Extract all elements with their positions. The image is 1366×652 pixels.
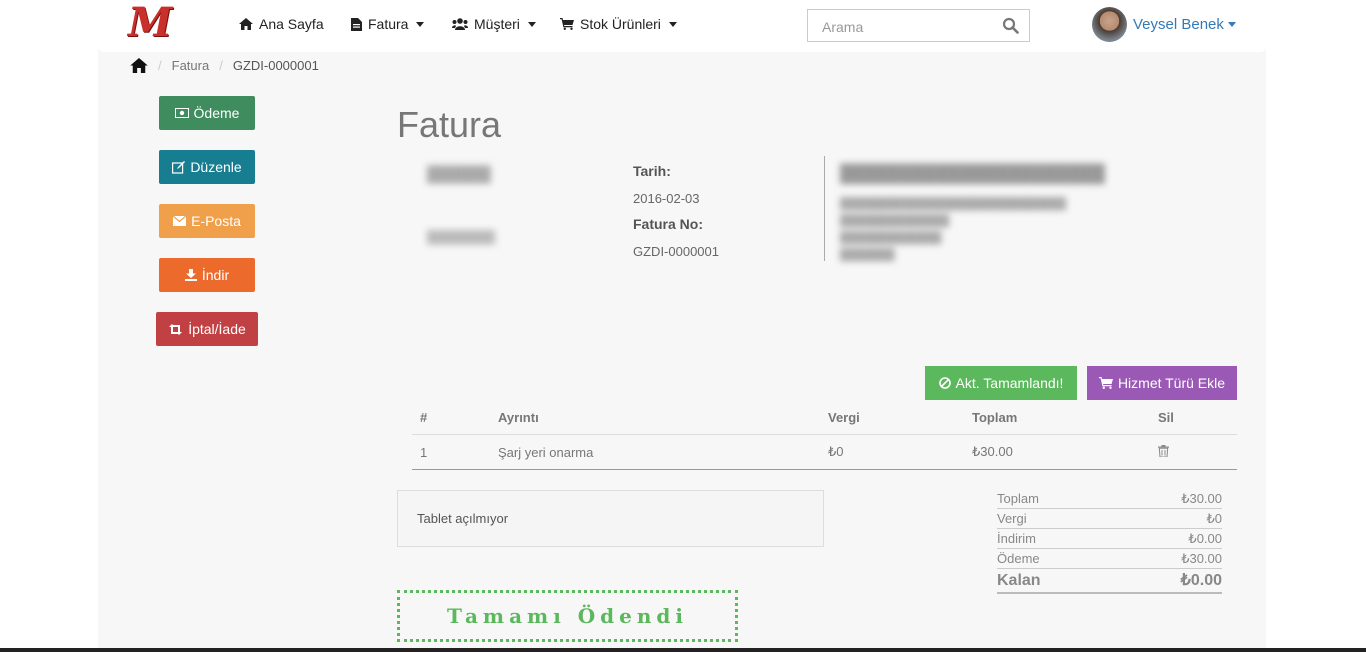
chevron-down-icon <box>416 21 425 27</box>
column-header: Vergi <box>828 400 972 435</box>
search-icon[interactable] <box>1002 17 1019 34</box>
row-tax: ₺0 <box>828 434 972 470</box>
nav-musteri-label: Müşteri <box>474 16 520 32</box>
breadcrumb-fatura[interactable]: Fatura <box>172 58 210 73</box>
totals-label: Ödeme <box>997 551 1040 566</box>
download-icon <box>184 269 197 281</box>
edit-icon <box>172 160 186 174</box>
envelope-icon <box>173 216 187 226</box>
user-name: Veysel Benek <box>1133 16 1224 33</box>
nav-home-label: Ana Sayfa <box>259 16 324 32</box>
invoice-number-label: Fatura No: <box>633 216 703 232</box>
divider <box>824 156 825 261</box>
nav-fatura-label: Fatura <box>368 16 409 32</box>
totals-row: İndirim ₺0.00 <box>997 530 1222 549</box>
home-icon <box>239 18 253 30</box>
iptal-iade-button[interactable]: İptal/İade <box>156 312 258 346</box>
eposta-label: E-Posta <box>191 213 241 229</box>
totals-value: ₺30.00 <box>1181 551 1222 566</box>
odeme-button[interactable]: Ödeme <box>159 96 255 130</box>
row-detail: Şarj yeri onarma <box>498 434 828 470</box>
invoice-number-value: GZDI-0000001 <box>633 244 719 259</box>
column-header: Toplam <box>972 400 1158 435</box>
chevron-down-icon <box>1227 22 1236 27</box>
totals-value: ₺0 <box>1206 511 1222 526</box>
column-header: # <box>412 400 498 435</box>
nav-fatura[interactable]: Fatura <box>351 16 425 32</box>
totals-row-remaining: Kalan ₺0.00 <box>997 570 1222 594</box>
file-icon <box>351 17 362 31</box>
nav-stok[interactable]: Stok Ürünleri <box>560 16 677 32</box>
add-service-label: Hizmet Türü Ekle <box>1117 375 1226 391</box>
totals-label: Kalan <box>997 572 1041 589</box>
date-label: Tarih: <box>633 163 671 179</box>
nav-home[interactable]: Ana Sayfa <box>239 16 324 32</box>
trash-icon[interactable] <box>1158 444 1169 457</box>
eposta-button[interactable]: E-Posta <box>159 204 255 238</box>
invoice-note: Tablet açılmıyor <box>397 490 824 547</box>
duzenle-label: Düzenle <box>190 159 242 175</box>
user-menu[interactable]: Veysel Benek <box>1133 16 1236 33</box>
breadcrumb: / Fatura / GZDI-0000001 <box>130 58 319 73</box>
totals-label: Vergi <box>997 511 1027 526</box>
search-box <box>807 9 1030 43</box>
indir-button[interactable]: İndir <box>159 258 255 292</box>
totals-row: Toplam ₺30.00 <box>997 490 1222 509</box>
blurred-customer-detail: ████████ <box>427 230 496 244</box>
breadcrumb-separator: / <box>219 58 223 73</box>
table-row: 1 Şarj yeri onarma ₺0 ₺30.00 <box>412 434 1237 470</box>
search-input[interactable] <box>820 10 994 43</box>
items-table: # Ayrıntı Vergi Toplam Sil 1 Şarj yeri o… <box>412 400 1237 470</box>
retweet-icon <box>169 323 183 335</box>
paid-stamp: Tamamı Ödendi <box>397 590 738 642</box>
iptal-iade-label: İptal/İade <box>188 321 246 337</box>
home-icon[interactable] <box>130 58 148 73</box>
totals-value: ₺0.00 <box>1188 531 1222 546</box>
odeme-label: Ödeme <box>193 105 240 121</box>
avatar[interactable] <box>1092 7 1127 42</box>
breadcrumb-separator: / <box>158 58 162 73</box>
chevron-down-icon <box>668 21 677 27</box>
totals-label: Toplam <box>997 491 1039 506</box>
totals-label: İndirim <box>997 531 1037 546</box>
totals-row: Vergi ₺0 <box>997 510 1222 529</box>
column-header: Sil <box>1158 400 1237 435</box>
totals-value: ₺30.00 <box>1181 491 1222 506</box>
table-header-row: # Ayrıntı Vergi Toplam Sil <box>412 400 1237 435</box>
money-icon <box>174 108 189 118</box>
row-number: 1 <box>412 434 498 470</box>
row-total: ₺30.00 <box>972 434 1158 470</box>
nav-stok-label: Stok Ürünleri <box>580 16 661 32</box>
add-service-button[interactable]: Hizmet Türü Ekle <box>1087 366 1237 400</box>
column-header: Ayrıntı <box>498 400 828 435</box>
totals-summary: Toplam ₺30.00 Vergi ₺0 İndirim ₺0.00 Ödeme ₺… <box>997 490 1222 595</box>
activity-complete-button[interactable]: Akt. Tamamlandı! <box>925 366 1077 400</box>
nav-musteri[interactable]: Müşteri <box>452 16 536 32</box>
chevron-down-icon <box>527 21 536 27</box>
breadcrumb-current: GZDI-0000001 <box>232 58 319 73</box>
cart-icon <box>560 18 574 30</box>
cart-icon <box>1098 377 1113 389</box>
row-delete-cell <box>1158 434 1237 470</box>
blurred-company-name: ██████████████████████ <box>840 164 1105 183</box>
totals-value: ₺0.00 <box>1180 572 1222 589</box>
indir-label: İndir <box>201 267 230 283</box>
blurred-company-address: █████████████████████████████ ███████████… <box>840 198 1067 261</box>
ban-icon <box>938 377 951 389</box>
page-title: Fatura <box>397 104 502 145</box>
duzenle-button[interactable]: Düzenle <box>159 150 255 184</box>
blurred-customer-name: ██████ <box>427 166 491 183</box>
users-icon <box>452 18 468 30</box>
date-value: 2016-02-03 <box>633 191 700 206</box>
activity-complete-label: Akt. Tamamlandı! <box>955 375 1064 391</box>
brand-logo[interactable]: M <box>128 2 174 44</box>
totals-row: Ödeme ₺30.00 <box>997 550 1222 569</box>
bottom-divider <box>0 648 1366 652</box>
